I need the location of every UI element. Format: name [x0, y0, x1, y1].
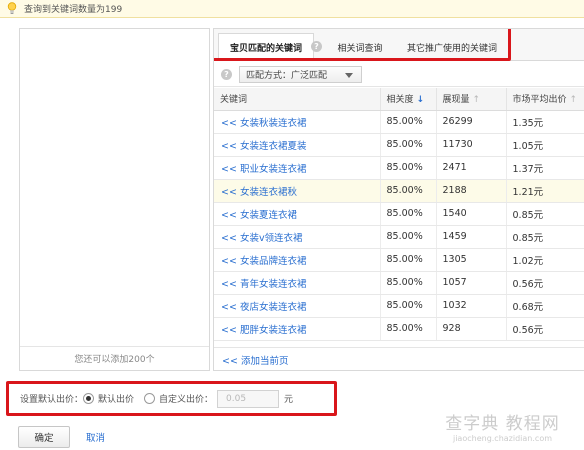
- bid-unit: 元: [284, 395, 294, 405]
- table-header-row: 关键词 相关度 ↓ 展现量 ↑ 市场平均出价 ↑: [214, 88, 584, 111]
- tab-bar: 宝贝匹配的关键词 ? 相关词查询 其它推广使用的关键词: [214, 29, 584, 61]
- notice-bar: 查询到关键词数量为199: [0, 0, 584, 18]
- keyword-suggestion-panel: 宝贝匹配的关键词 ? 相关词查询 其它推广使用的关键词 ? 匹配方式：广泛匹配 …: [213, 28, 584, 371]
- tab-other-keywords[interactable]: 其它推广使用的关键词: [395, 33, 509, 61]
- sort-down-icon[interactable]: ↓: [417, 95, 425, 105]
- default-bid-label[interactable]: 默认出价: [98, 392, 134, 405]
- match-type-value: 匹配方式：广泛匹配: [246, 70, 328, 81]
- help-icon[interactable]: ?: [311, 41, 322, 52]
- relevance-cell: 85.00%: [380, 225, 437, 249]
- impressions-cell: 2188: [436, 179, 507, 203]
- impressions-cell: 26299: [436, 110, 507, 134]
- keyword-add-link[interactable]: << 女装秋装连衣裙: [214, 110, 381, 134]
- impressions-cell: 928: [436, 317, 507, 341]
- table-row: << 女装v领连衣裙 85.00% 1459 0.85元: [214, 225, 584, 249]
- relevance-cell: 85.00%: [380, 317, 437, 341]
- header-market-price[interactable]: 市场平均出价 ↑: [506, 88, 584, 111]
- impressions-cell: 1057: [436, 271, 507, 295]
- caret-down-icon: [345, 72, 353, 78]
- table-row: << 女装秋装连衣裙 85.00% 26299 1.35元: [214, 110, 584, 134]
- table-row: << 女装连衣裙夏装 85.00% 11730 1.05元: [214, 133, 584, 157]
- keyword-add-link[interactable]: << 职业女装连衣裙: [214, 156, 381, 180]
- relevance-cell: 85.00%: [380, 248, 437, 272]
- keyword-add-link[interactable]: << 夜店女装连衣裙: [214, 294, 381, 318]
- keyword-add-link[interactable]: << 女装夏连衣裙: [214, 202, 381, 226]
- impressions-cell: 2471: [436, 156, 507, 180]
- cancel-link[interactable]: 取消: [86, 426, 105, 448]
- default-bid-radio[interactable]: [83, 393, 95, 404]
- confirm-button[interactable]: 确定: [18, 426, 70, 448]
- keyword-add-link[interactable]: << 青年女装连衣裙: [214, 271, 381, 295]
- keyword-add-link[interactable]: << 肥胖女装连衣裙: [214, 317, 381, 341]
- price-cell: 1.35元: [506, 110, 584, 134]
- price-cell: 1.05元: [506, 133, 584, 157]
- keyword-add-link[interactable]: << 女装品牌连衣裙: [214, 248, 381, 272]
- table-row: << 职业女装连衣裙 85.00% 2471 1.37元: [214, 156, 584, 180]
- add-current-page-link[interactable]: << 添加当前页: [214, 347, 584, 370]
- bid-label: 设置默认出价：: [20, 395, 84, 405]
- impressions-cell: 11730: [436, 133, 507, 157]
- price-cell: 0.85元: [506, 225, 584, 249]
- keyword-add-link[interactable]: << 女装连衣裙夏装: [214, 133, 381, 157]
- lightbulb-icon: [6, 2, 18, 16]
- impressions-cell: 1459: [436, 225, 507, 249]
- price-cell: 0.68元: [506, 294, 584, 318]
- tab-item-matched-keywords[interactable]: 宝贝匹配的关键词: [218, 33, 314, 61]
- watermark-line2: jiaocheng.chazidian.com: [452, 434, 553, 443]
- keyword-add-link[interactable]: << 女装v领连衣裙: [214, 225, 381, 249]
- watermark-logo: 查字典 教程网 jiaocheng.chazidian.com: [425, 414, 580, 448]
- table-row-hovered: << 女装连衣裙秋 85.00% 2188 1.21元: [214, 179, 584, 203]
- radio-dot-icon: [86, 396, 92, 401]
- watermark-line1: 查字典 教程网: [445, 414, 560, 434]
- table-row: << 夜店女装连衣裙 85.00% 1032 0.68元: [214, 294, 584, 318]
- match-type-select[interactable]: 匹配方式：广泛匹配: [239, 65, 362, 83]
- relevance-cell: 85.00%: [380, 271, 437, 295]
- price-cell: 1.02元: [506, 248, 584, 272]
- keyword-add-link[interactable]: << 女装连衣裙秋: [214, 179, 381, 203]
- notice-text: 查询到关键词数量为199: [24, 5, 123, 15]
- table-row: << 肥胖女装连衣裙 85.00% 928 0.56元: [214, 317, 584, 341]
- impressions-cell: 1540: [436, 202, 507, 226]
- sort-up-icon[interactable]: ↑: [570, 95, 578, 105]
- relevance-cell: 85.00%: [380, 156, 437, 180]
- impressions-cell: 1032: [436, 294, 507, 318]
- relevance-cell: 85.00%: [380, 202, 437, 226]
- help-icon[interactable]: ?: [221, 68, 232, 80]
- relevance-cell: 85.00%: [380, 110, 437, 134]
- selected-keywords-panel: 您还可以添加200个: [19, 28, 210, 371]
- custom-bid-input[interactable]: 0.05: [217, 389, 280, 408]
- header-impressions[interactable]: 展现量 ↑: [436, 88, 507, 111]
- price-cell: 0.85元: [506, 202, 584, 226]
- sort-up-icon[interactable]: ↑: [473, 95, 481, 105]
- price-cell: 1.37元: [506, 156, 584, 180]
- default-bid-setting: 设置默认出价： 默认出价 自定义出价： 0.05 元: [6, 381, 337, 416]
- match-type-row: ? 匹配方式：广泛匹配: [214, 62, 584, 87]
- tab-related-search[interactable]: 相关词查询: [327, 33, 393, 61]
- table-row: << 女装品牌连衣裙 85.00% 1305 1.02元: [214, 248, 584, 272]
- relevance-cell: 85.00%: [380, 294, 437, 318]
- custom-bid-label[interactable]: 自定义出价：: [159, 392, 213, 405]
- header-keyword: 关键词: [214, 88, 381, 111]
- impressions-cell: 1305: [436, 248, 507, 272]
- price-cell: 1.21元: [506, 179, 584, 203]
- custom-bid-radio[interactable]: [144, 393, 156, 404]
- table-row: << 青年女装连衣裙 85.00% 1057 0.56元: [214, 271, 584, 295]
- price-cell: 0.56元: [506, 271, 584, 295]
- table-row: << 女装夏连衣裙 85.00% 1540 0.85元: [214, 202, 584, 226]
- header-relevance[interactable]: 相关度 ↓: [380, 88, 437, 111]
- selected-keywords-list: [20, 29, 209, 347]
- keyword-quota-text: 您还可以添加200个: [74, 354, 155, 365]
- relevance-cell: 85.00%: [380, 133, 437, 157]
- keyword-table: 关键词 相关度 ↓ 展现量 ↑ 市场平均出价 ↑ << 女装秋装连衣裙 85.00% …: [214, 88, 584, 341]
- relevance-cell: 85.00%: [380, 179, 437, 203]
- price-cell: 0.56元: [506, 317, 584, 341]
